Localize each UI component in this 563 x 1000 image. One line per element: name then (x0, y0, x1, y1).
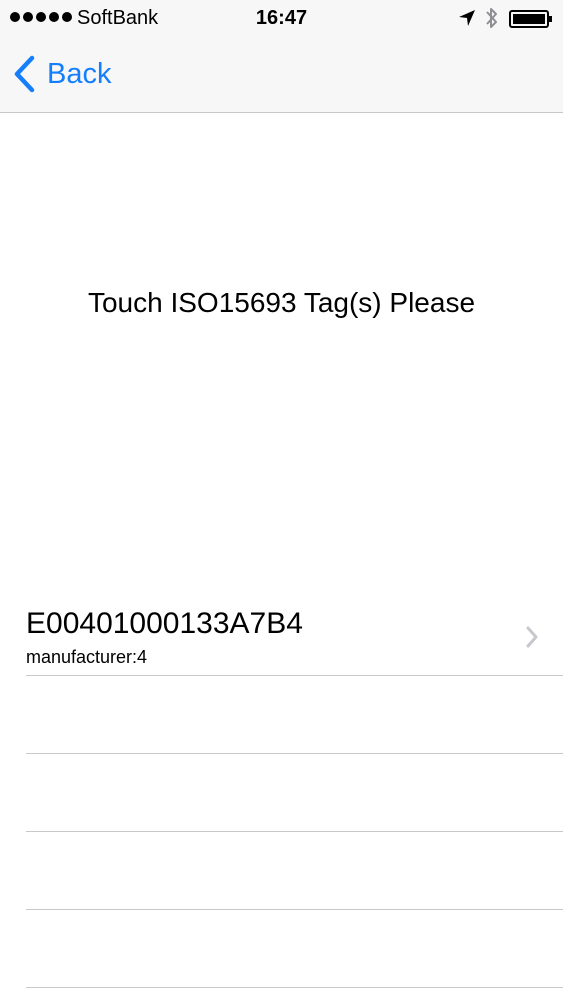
bluetooth-icon (486, 8, 497, 28)
instruction-text: Touch ISO15693 Tag(s) Please (87, 287, 476, 318)
tag-list-item[interactable]: E00401000133A7B4 manufacturer:4 (26, 598, 563, 676)
battery-icon (509, 10, 552, 28)
empty-list-row (26, 754, 563, 832)
empty-list-row (26, 832, 563, 910)
empty-list-row (26, 676, 563, 754)
back-button-label: Back (47, 58, 112, 90)
tag-id: E00401000133A7B4 (26, 607, 303, 640)
back-button[interactable]: Back (12, 54, 111, 94)
tag-list: E00401000133A7B4 manufacturer:4 (0, 598, 563, 988)
navigation-bar: SoftBank 16:47 Back (0, 0, 563, 113)
status-time: 16:47 (255, 7, 308, 29)
location-arrow-icon (459, 10, 475, 26)
chevron-left-icon (14, 55, 35, 93)
chevron-right-icon (526, 626, 538, 648)
tag-manufacturer: manufacturer:4 (26, 647, 148, 667)
empty-list-row (26, 910, 563, 988)
status-bar: SoftBank 16:47 (0, 0, 563, 38)
